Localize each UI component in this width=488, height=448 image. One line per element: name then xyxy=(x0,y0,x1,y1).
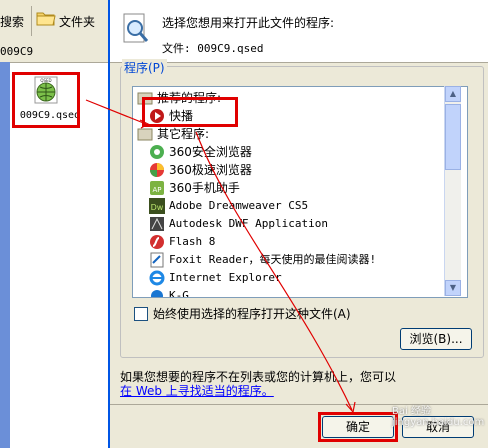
arrow-head-1 xyxy=(139,119,150,129)
arrow-qvod-to-ok xyxy=(195,131,353,411)
watermark: Bai 经验 jingyan.baidu.com xyxy=(392,406,485,428)
annotation-arrows xyxy=(85,99,356,414)
arrow-file-to-qvod xyxy=(85,99,147,125)
